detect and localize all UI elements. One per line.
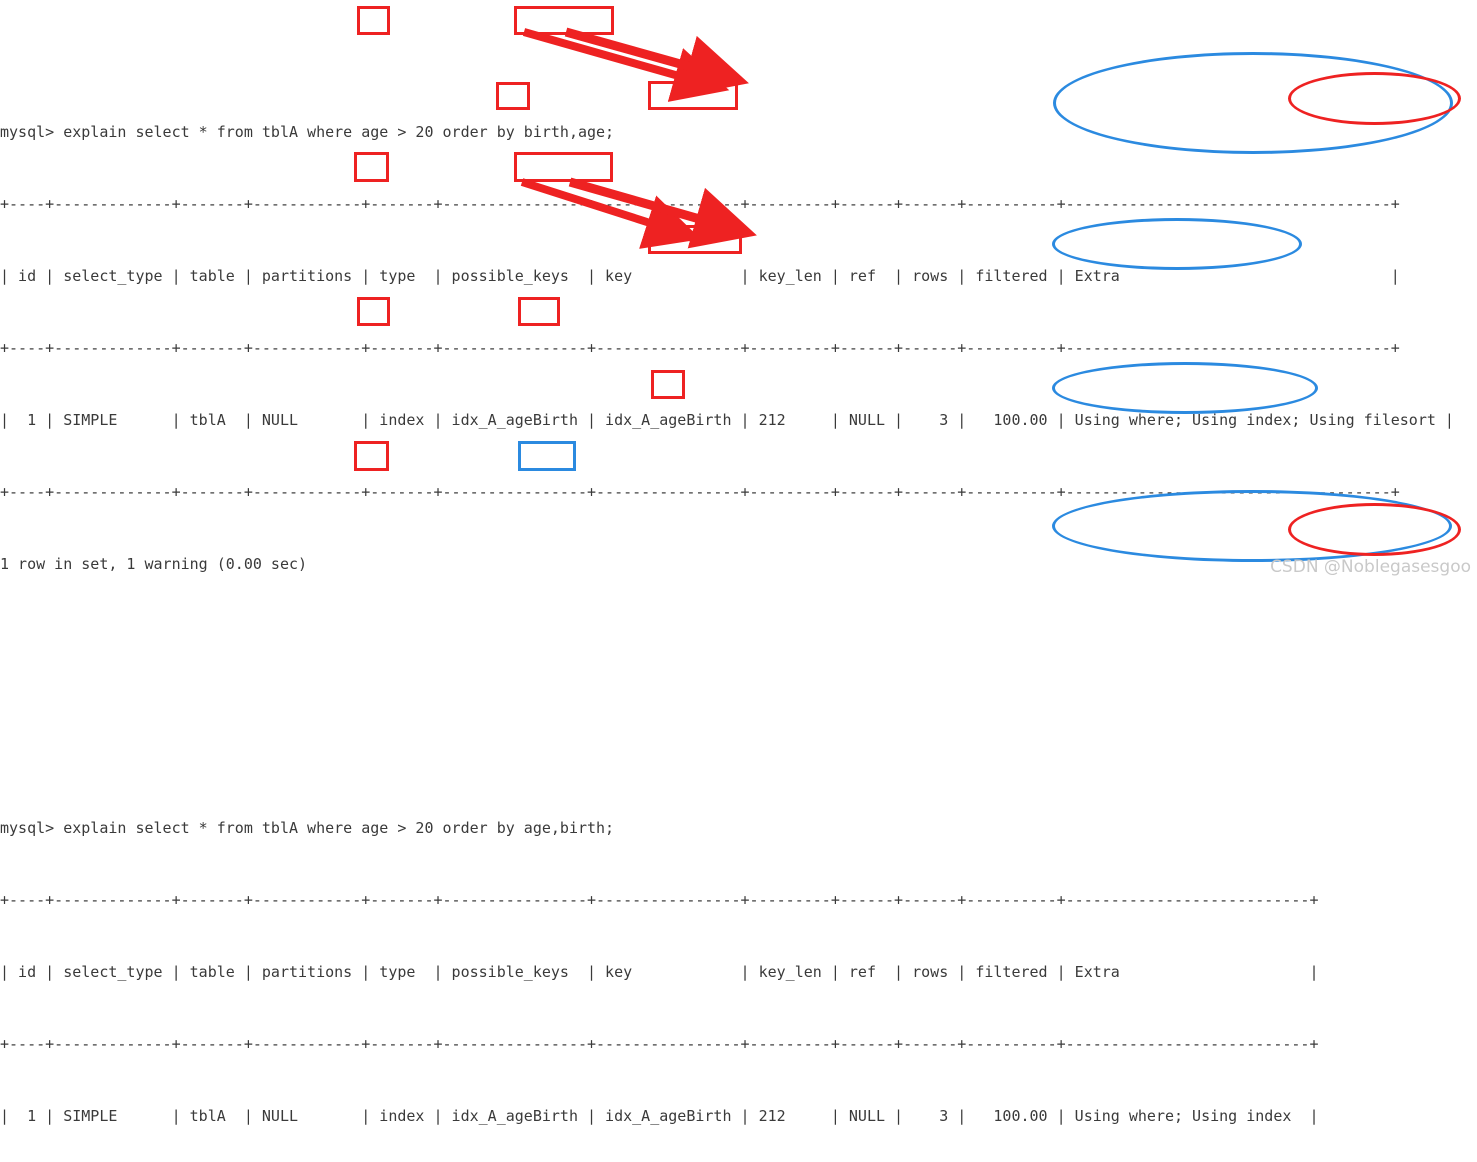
command-line: mysql> explain select * from tblA where … — [0, 819, 615, 837]
table-separator-top: +----+-------------+-------+------------… — [0, 891, 1319, 909]
command-line: mysql> explain select * from tblA where … — [0, 123, 615, 141]
table-separator-mid: +----+-------------+-------+------------… — [0, 1035, 1319, 1053]
table-data-row: | 1 | SIMPLE | tblA | NULL | index | idx… — [0, 1107, 1319, 1125]
table-separator-bottom: +----+-------------+-------+------------… — [0, 483, 1400, 501]
table-data-row: | 1 | SIMPLE | tblA | NULL | index | idx… — [0, 411, 1454, 429]
explain-block-1: mysql> explain select * from tblA where … — [0, 72, 1477, 696]
result-status-line: 1 row in set, 1 warning (0.00 sec) — [0, 555, 308, 573]
explain-block-2: mysql> explain select * from tblA where … — [0, 768, 1477, 1162]
csdn-watermark: CSDN @Noblegasesgoo — [1270, 557, 1471, 577]
table-header-row: | id | select_type | table | partitions … — [0, 963, 1319, 981]
table-separator-mid: +----+-------------+-------+------------… — [0, 339, 1400, 357]
table-header-row: | id | select_type | table | partitions … — [0, 267, 1400, 285]
terminal-output: mysql> explain select * from tblA where … — [0, 0, 1477, 1125]
table-separator-top: +----+-------------+-------+------------… — [0, 195, 1400, 213]
